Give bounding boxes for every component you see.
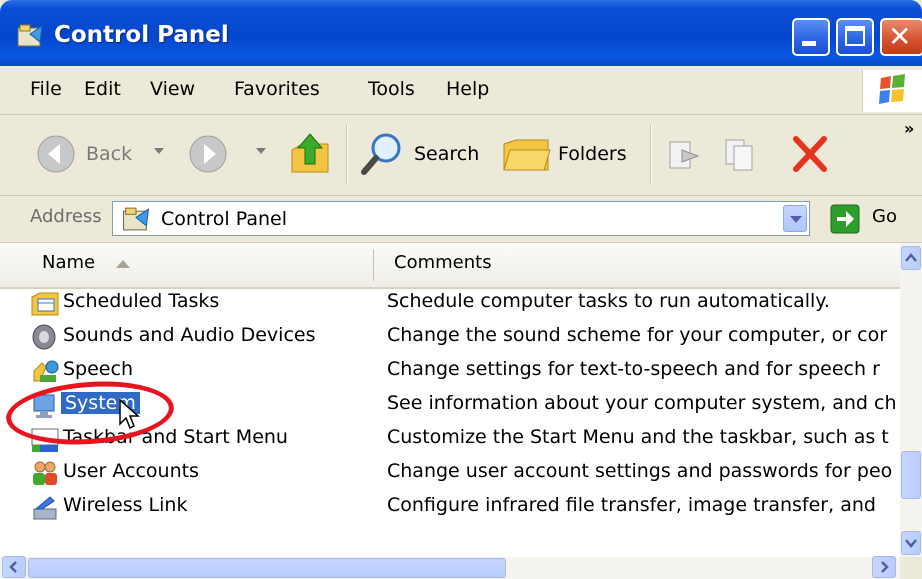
control-panel-window: Control Panel ✕ File Edit View Favorites… [0,0,922,579]
vertical-scroll-thumb[interactable] [901,451,921,499]
users-icon [33,461,57,485]
back-button-label[interactable]: Back [86,143,132,165]
speaker-icon [32,324,56,350]
back-dropdown-icon[interactable] [154,148,164,154]
resize-grip-icon[interactable] [900,557,922,579]
toolbar-overflow-button[interactable]: » [904,119,914,138]
windows-logo-icon [862,70,922,112]
address-bar: Address Control Panel Go [0,196,922,243]
close-icon: ✕ [888,20,912,53]
list-item[interactable]: Sounds and Audio Devices Change the soun… [0,321,900,355]
vertical-scrollbar[interactable] [900,243,922,557]
menu-bar: File Edit View Favorites Tools Help [0,66,922,115]
item-name[interactable]: Sounds and Audio Devices [63,324,315,346]
scroll-up-button[interactable] [901,246,921,270]
sort-ascending-icon [116,260,130,268]
window-title: Control Panel [54,22,229,48]
control-panel-icon [123,207,150,231]
search-icon[interactable] [360,130,406,176]
forward-arrow-icon[interactable] [188,134,228,174]
item-name[interactable]: User Accounts [63,460,199,482]
item-comment: Configure infrared file transfer, image … [387,494,876,516]
chevron-right-icon [881,561,889,573]
address-dropdown-button[interactable] [783,205,807,232]
item-comment: Schedule computer tasks to run automatic… [387,290,830,312]
scheduled-tasks-icon [31,292,59,316]
column-divider[interactable] [373,249,374,281]
item-comment: Change user account settings and passwor… [387,460,893,482]
folders-icon[interactable] [502,134,552,174]
menu-file[interactable]: File [30,78,62,100]
back-arrow-icon[interactable] [36,134,76,174]
scroll-right-button[interactable] [872,556,896,578]
move-to-icon[interactable] [664,134,704,174]
go-arrow-icon[interactable] [830,204,860,234]
speech-icon [33,360,59,382]
item-name[interactable]: Scheduled Tasks [63,290,219,312]
item-comment: Change the sound scheme for your compute… [387,324,888,346]
address-value: Control Panel [161,208,287,230]
menu-help[interactable]: Help [446,78,489,100]
control-panel-icon [17,24,43,47]
search-button-label[interactable]: Search [414,143,479,165]
address-label: Address [30,206,102,227]
horizontal-scroll-thumb[interactable] [28,558,506,578]
forward-dropdown-icon[interactable] [256,148,266,154]
horizontal-scrollbar[interactable] [0,556,900,579]
folders-button-label[interactable]: Folders [558,143,627,165]
list-item[interactable]: Wireless Link Configure infrared file tr… [0,491,900,525]
up-folder-icon[interactable] [288,130,332,176]
toolbar-separator [650,125,652,185]
menu-view[interactable]: View [150,78,195,100]
item-name[interactable]: Wireless Link [63,494,187,516]
menu-edit[interactable]: Edit [84,78,121,100]
close-button[interactable]: ✕ [880,18,922,56]
item-comment: See information about your computer syst… [387,392,897,414]
item-comment: Customize the Start Menu and the taskbar… [387,426,889,448]
mouse-pointer-icon [119,398,140,430]
address-field[interactable]: Control Panel [112,201,810,236]
chevron-up-icon [905,253,917,262]
list-item[interactable]: User Accounts Change user account settin… [0,457,900,491]
column-name-header[interactable]: Name [42,252,95,273]
menu-favorites[interactable]: Favorites [234,78,320,100]
minimize-button[interactable] [792,18,830,56]
column-header-row: Name Comments [0,243,900,289]
menu-tools[interactable]: Tools [368,78,415,100]
scroll-left-button[interactable] [2,556,26,578]
wireless-link-icon [33,496,57,520]
list-item[interactable]: Scheduled Tasks Schedule computer tasks … [0,287,900,321]
title-bar[interactable]: Control Panel ✕ [0,0,922,66]
delete-icon[interactable] [790,135,830,173]
chevron-left-icon [9,561,17,573]
chevron-down-icon [905,539,917,548]
item-name[interactable]: Speech [63,358,133,380]
toolbar: Back Search Folders » [0,115,922,196]
maximize-button[interactable] [836,18,874,56]
go-button-label[interactable]: Go [872,206,897,227]
column-comments-header[interactable]: Comments [394,252,492,273]
toolbar-separator [346,125,348,185]
copy-to-icon[interactable] [722,134,762,174]
scroll-down-button[interactable] [901,531,921,555]
item-comment: Change settings for text-to-speech and f… [387,358,880,380]
